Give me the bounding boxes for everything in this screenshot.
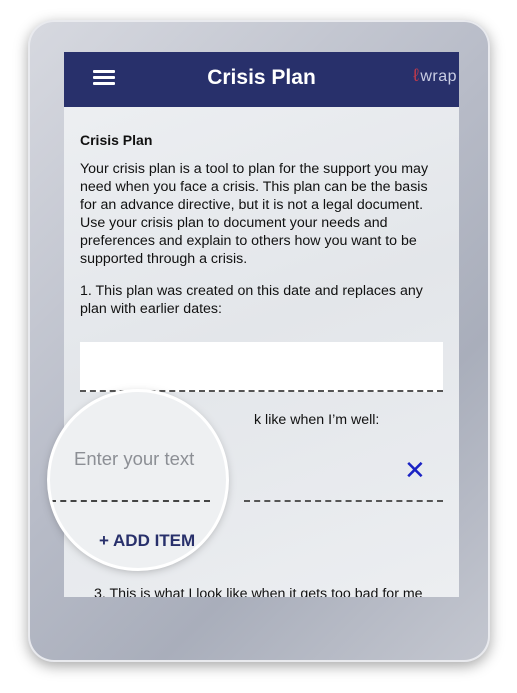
zoom-magnifier: Enter your text + ADD ITEM: [50, 392, 226, 568]
app-bar: Crisis Plan ℓwrap: [64, 52, 459, 107]
plan-content: Crisis Plan Your crisis plan is a tool t…: [80, 132, 442, 318]
add-item-button[interactable]: + ADD ITEM: [99, 531, 195, 551]
tablet-frame: Crisis Plan ℓwrap Crisis Plan Your crisi…: [28, 20, 490, 662]
close-x-icon[interactable]: ✕: [404, 457, 426, 483]
item-input-underline-zoomed: [50, 500, 210, 502]
intro-paragraph: Your crisis plan is a tool to plan for t…: [80, 161, 429, 267]
item-input-underline[interactable]: [244, 498, 443, 502]
page-title: Crisis Plan: [207, 66, 316, 89]
question-3: 3. This is what I look like when it gets…: [94, 586, 423, 597]
section-title: Crisis Plan: [80, 132, 153, 148]
brand-logo: ℓwrap: [412, 65, 457, 85]
question-1: 1. This plan was created on this date an…: [80, 283, 423, 317]
item-text-placeholder[interactable]: Enter your text: [74, 448, 194, 470]
plan-date-input[interactable]: [80, 342, 443, 392]
question-2-partial: k like when I’m well:: [254, 412, 380, 428]
